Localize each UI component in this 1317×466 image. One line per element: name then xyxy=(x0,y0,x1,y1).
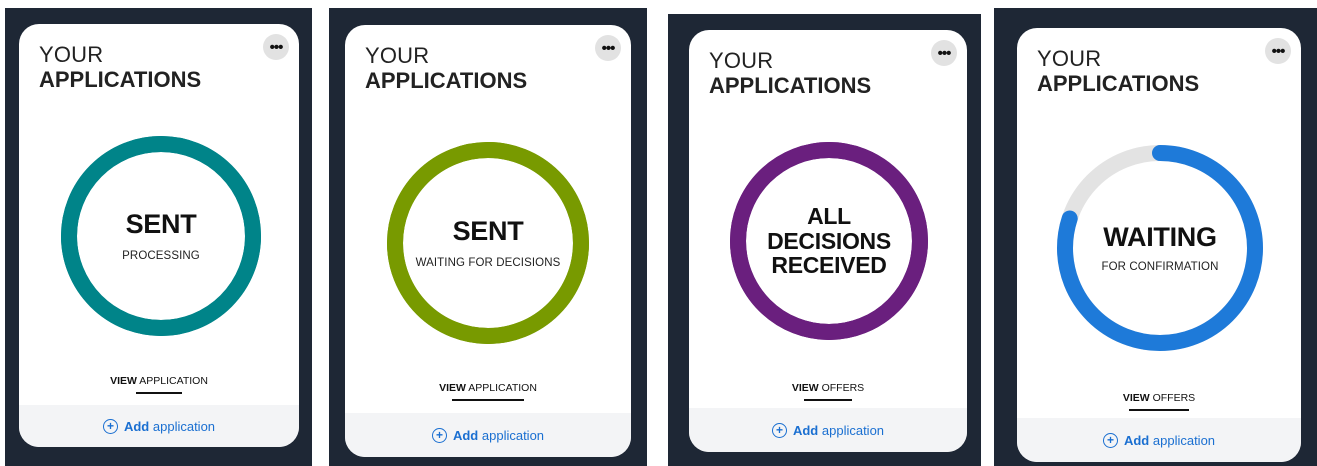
card-title: YOUR APPLICATIONS xyxy=(1037,48,1199,95)
card-panel-2: YOUR APPLICATIONS ••• SENT WAITING FOR D… xyxy=(329,8,647,466)
status-text: ALL DECISIONS RECEIVED xyxy=(728,140,930,342)
title-your: YOUR xyxy=(1037,46,1102,71)
view-label: VIEW xyxy=(110,375,137,387)
title-applications: APPLICATIONS xyxy=(39,67,202,92)
card-title: YOUR APPLICATIONS xyxy=(365,45,527,92)
more-options-button[interactable]: ••• xyxy=(1265,38,1291,64)
status-title-line: RECEIVED xyxy=(771,252,887,279)
status-title: SENT xyxy=(453,217,524,246)
status-title-line: SENT xyxy=(125,209,197,240)
view-label: VIEW xyxy=(1122,392,1150,404)
add-target-label: application xyxy=(481,427,545,443)
view-target-label: OFFERS xyxy=(821,382,865,394)
link-underline xyxy=(804,399,852,401)
view-offers-link[interactable]: VIEW OFFERS xyxy=(689,382,967,401)
application-card: YOUR APPLICATIONS ••• SENT PROCESSING VI… xyxy=(19,24,299,447)
status-text: SENT WAITING FOR DECISIONS xyxy=(385,140,591,346)
view-target-label: APPLICATION xyxy=(139,375,208,387)
link-underline xyxy=(136,392,182,394)
add-target-label: application xyxy=(1152,432,1216,448)
add-circle-icon: + xyxy=(102,418,118,434)
view-target-label: APPLICATION xyxy=(468,382,537,394)
status-ring: WAITING FOR CONFIRMATION xyxy=(1055,143,1265,353)
view-label: VIEW xyxy=(439,382,466,394)
application-card: YOUR APPLICATIONS ••• ALL DECISIONS RECE… xyxy=(689,30,967,452)
status-title: WAITING xyxy=(1103,222,1217,253)
card-panel-3: YOUR APPLICATIONS ••• ALL DECISIONS RECE… xyxy=(668,14,981,466)
add-circle-icon: + xyxy=(431,427,447,443)
card-title: YOUR APPLICATIONS xyxy=(39,44,201,91)
title-your: YOUR xyxy=(709,48,774,73)
status-ring: SENT WAITING FOR DECISIONS xyxy=(385,140,591,346)
status-subtitle: PROCESSING xyxy=(122,249,200,262)
more-options-button[interactable]: ••• xyxy=(595,35,621,61)
add-application-button[interactable]: + Add application xyxy=(431,427,545,443)
card-footer: + Add application xyxy=(19,405,299,447)
more-options-button[interactable]: ••• xyxy=(931,40,957,66)
card-panel-1: YOUR APPLICATIONS ••• SENT PROCESSING VI… xyxy=(5,8,312,466)
title-applications: APPLICATIONS xyxy=(709,73,872,98)
status-subtitle: FOR CONFIRMATION xyxy=(1101,260,1219,273)
status-text: WAITING FOR CONFIRMATION xyxy=(1055,143,1265,353)
application-card: YOUR APPLICATIONS ••• WAITING FOR CONFIR… xyxy=(1017,28,1301,462)
link-underline xyxy=(1129,409,1189,411)
add-application-button[interactable]: + Add application xyxy=(1102,432,1216,448)
title-your: YOUR xyxy=(365,43,430,68)
view-label: VIEW xyxy=(791,382,819,394)
card-panel-4: YOUR APPLICATIONS ••• WAITING FOR CONFIR… xyxy=(994,8,1317,466)
view-target-label: OFFERS xyxy=(1152,392,1196,404)
status-title: SENT xyxy=(126,210,197,239)
add-target-label: application xyxy=(821,422,885,438)
application-card: YOUR APPLICATIONS ••• SENT WAITING FOR D… xyxy=(345,25,631,457)
add-label: Add xyxy=(1123,432,1150,448)
status-title-line: ALL xyxy=(807,202,851,229)
link-underline xyxy=(452,399,524,401)
add-label: Add xyxy=(123,418,150,434)
status-ring: ALL DECISIONS RECEIVED xyxy=(728,140,930,342)
add-label: Add xyxy=(452,427,479,443)
status-title: ALL DECISIONS RECEIVED xyxy=(767,202,891,279)
status-title-line: DECISIONS xyxy=(767,227,891,254)
add-target-label: application xyxy=(152,418,216,434)
add-application-button[interactable]: + Add application xyxy=(771,422,885,438)
title-applications: APPLICATIONS xyxy=(1037,71,1200,96)
status-title-line: WAITING xyxy=(1103,222,1217,253)
status-title-line: SENT xyxy=(452,216,524,247)
view-offers-link[interactable]: VIEW OFFERS xyxy=(1017,392,1301,411)
add-application-button[interactable]: + Add application xyxy=(102,418,216,434)
card-footer: + Add application xyxy=(1017,418,1301,462)
card-footer: + Add application xyxy=(345,413,631,457)
status-ring: SENT PROCESSING xyxy=(59,134,263,338)
status-subtitle: WAITING FOR DECISIONS xyxy=(415,256,561,269)
card-footer: + Add application xyxy=(689,408,967,452)
add-label: Add xyxy=(792,422,819,438)
add-circle-icon: + xyxy=(1102,432,1118,448)
view-application-link[interactable]: VIEW APPLICATION xyxy=(345,382,631,401)
more-options-button[interactable]: ••• xyxy=(263,34,289,60)
add-circle-icon: + xyxy=(771,422,787,438)
view-application-link[interactable]: VIEW APPLICATION xyxy=(19,375,299,394)
title-applications: APPLICATIONS xyxy=(365,68,528,93)
status-text: SENT PROCESSING xyxy=(59,134,263,338)
card-title: YOUR APPLICATIONS xyxy=(709,50,871,97)
title-your: YOUR xyxy=(39,42,104,67)
